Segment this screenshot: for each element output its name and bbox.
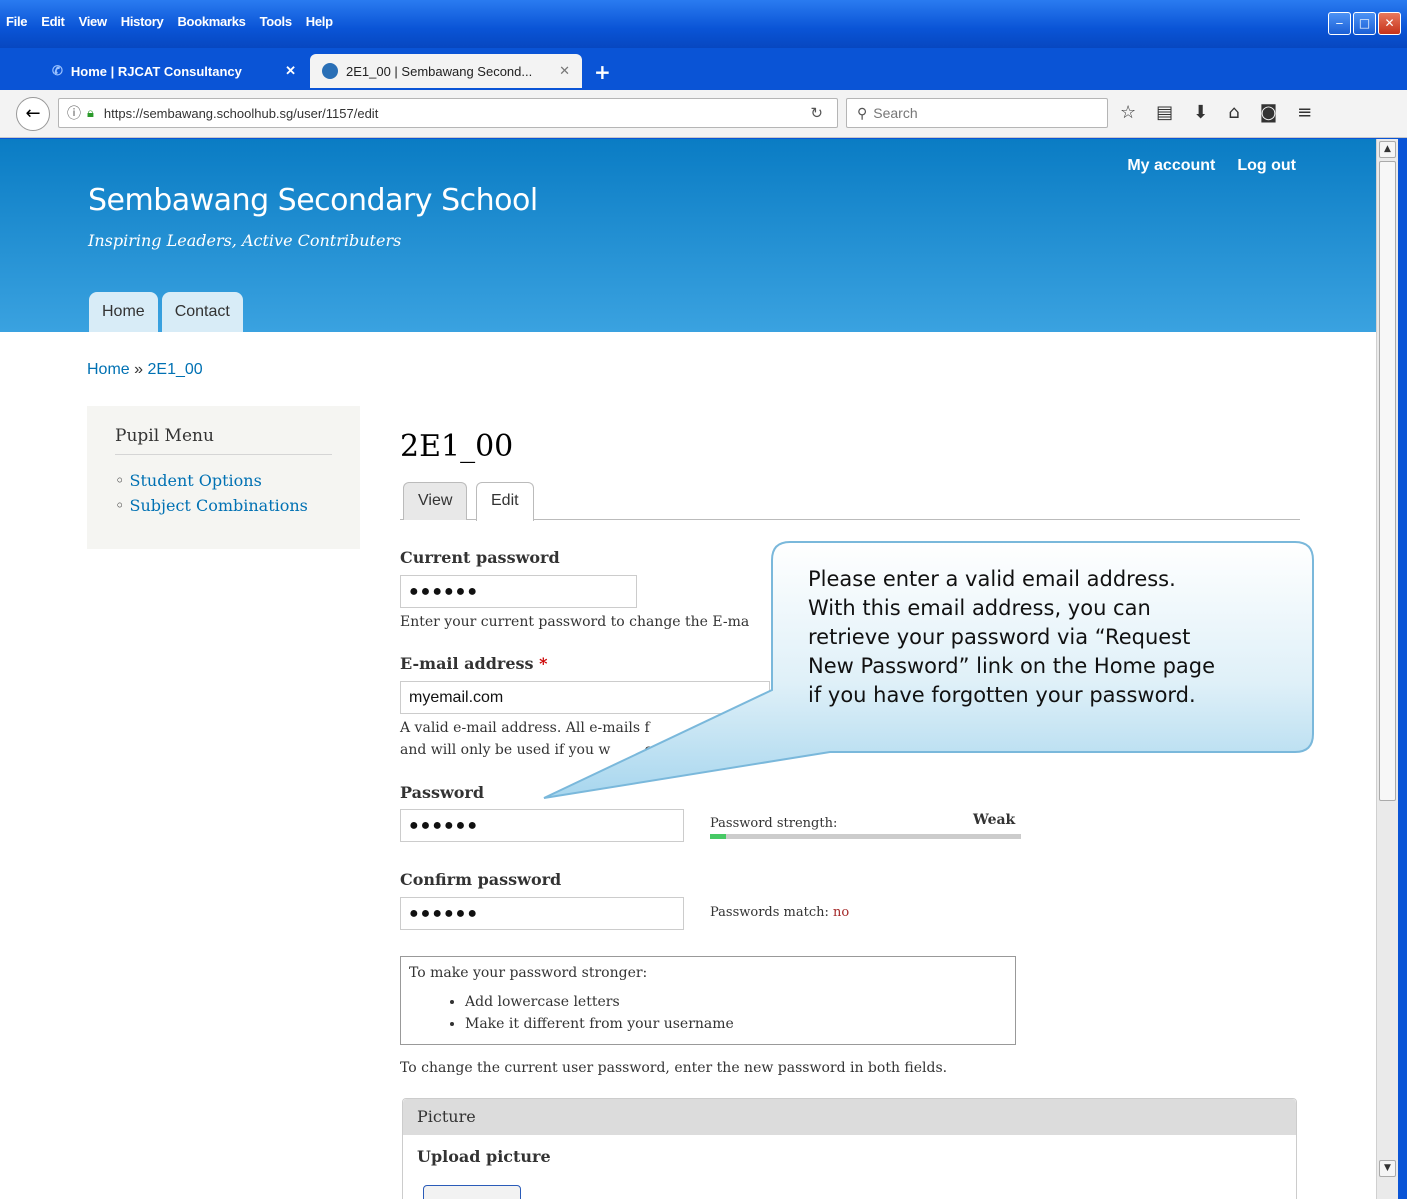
- menu-edit[interactable]: Edit: [41, 14, 65, 29]
- scroll-down-icon[interactable]: ▼: [1379, 1160, 1396, 1177]
- scroll-up-icon[interactable]: ▲: [1379, 141, 1396, 158]
- tab-strip: ✆ Home | RJCAT Consultancy ✕ 2E1_00 | Se…: [0, 48, 1407, 90]
- tab-favicon-icon: ✆: [52, 63, 63, 78]
- menu-file[interactable]: File: [6, 14, 28, 29]
- tab-edit[interactable]: Edit: [476, 482, 534, 521]
- confirm-password-field[interactable]: ●●●●●●: [400, 897, 684, 930]
- tab-sembawang[interactable]: 2E1_00 | Sembawang Second... ✕: [310, 54, 582, 88]
- site-name[interactable]: Sembawang Secondary School: [88, 183, 538, 218]
- tab-view[interactable]: View: [403, 482, 468, 520]
- callout-text: Please enter a valid email address. With…: [808, 567, 1216, 707]
- password-strength-label: Password strength:: [710, 816, 838, 831]
- home-icon[interactable]: ⌂: [1228, 102, 1239, 123]
- choose-file-button[interactable]: [423, 1185, 521, 1199]
- current-password-description: Enter your current password to change th…: [400, 614, 750, 630]
- main-menu-home[interactable]: Home: [89, 292, 158, 332]
- passwords-match-indicator: Passwords match: no: [710, 905, 850, 920]
- search-input[interactable]: ⚲ Search: [846, 98, 1108, 128]
- tab-rjcat[interactable]: ✆ Home | RJCAT Consultancy ✕: [40, 54, 308, 88]
- secondary-menu: My account Log out: [1127, 157, 1296, 175]
- menu-history[interactable]: History: [121, 14, 164, 29]
- breadcrumb: Home » 2E1_00: [87, 361, 203, 379]
- search-placeholder: Search: [873, 105, 918, 121]
- close-window-button[interactable]: ✕: [1378, 12, 1401, 35]
- password-strength-bar: [710, 834, 1021, 839]
- password-suggestions: To make your password stronger: Add lowe…: [400, 956, 1016, 1045]
- suggestions-title: To make your password stronger:: [409, 965, 648, 981]
- password-change-hint: To change the current user password, ent…: [400, 1060, 948, 1076]
- pocket-icon[interactable]: ◙: [1260, 102, 1277, 123]
- window-border: [1398, 139, 1407, 1199]
- breadcrumb-separator: »: [134, 361, 144, 378]
- scrollbar-thumb[interactable]: [1379, 161, 1396, 801]
- local-tasks: View Edit: [400, 482, 1300, 521]
- info-icon[interactable]: ⓘ: [67, 103, 81, 123]
- tab-title: Home | RJCAT Consultancy: [70, 63, 242, 79]
- suggestion-item: Make it different from your username: [465, 1013, 1007, 1035]
- sidebar-title: Pupil Menu: [115, 426, 332, 455]
- passwords-match-value: no: [833, 905, 850, 920]
- picture-legend[interactable]: Picture: [403, 1099, 1296, 1135]
- email-label: E-mail address *: [400, 654, 548, 673]
- minimize-button[interactable]: ‒: [1328, 12, 1351, 35]
- main-content: 2E1_00 View Edit Current password ●●●●●●…: [400, 429, 1300, 1199]
- plus-icon[interactable]: +: [594, 60, 611, 84]
- my-account-link[interactable]: My account: [1127, 157, 1215, 175]
- password-strength-fill: [710, 834, 726, 839]
- close-tab-icon[interactable]: ✕: [559, 63, 570, 79]
- password-label: Password: [400, 783, 485, 802]
- back-arrow-icon[interactable]: ←: [16, 97, 50, 131]
- bookmark-star-icon[interactable]: ☆: [1120, 102, 1136, 123]
- tab-title: 2E1_00 | Sembawang Second...: [346, 63, 533, 79]
- pupil-menu-block: Pupil Menu Student Options Subject Combi…: [87, 406, 360, 549]
- confirm-password-label: Confirm password: [400, 870, 562, 889]
- site-slogan: Inspiring Leaders, Active Contributers: [88, 231, 402, 250]
- password-field[interactable]: ●●●●●●: [400, 809, 684, 842]
- menu-tools[interactable]: Tools: [260, 14, 293, 29]
- breadcrumb-home-link[interactable]: Home: [87, 361, 130, 378]
- reload-icon[interactable]: ↻: [810, 104, 823, 122]
- sidebar-item-subject-combinations[interactable]: Subject Combinations: [115, 496, 332, 515]
- page-title: 2E1_00: [400, 429, 514, 464]
- suggestion-item: Add lowercase letters: [465, 991, 1007, 1013]
- hamburger-menu-icon[interactable]: ≡: [1297, 102, 1312, 123]
- vertical-scrollbar[interactable]: ▲ ▼: [1376, 139, 1398, 1199]
- reading-list-icon[interactable]: ▤: [1156, 102, 1173, 123]
- lock-icon: 🔒︎: [87, 105, 94, 120]
- download-arrow-icon[interactable]: ⬇: [1193, 102, 1208, 123]
- menu-help[interactable]: Help: [306, 14, 333, 29]
- navigation-bar: ← ⓘ 🔒︎ https://sembawang.schoolhub.sg/us…: [0, 90, 1407, 138]
- password-strength-value: Weak: [973, 812, 1016, 828]
- email-field[interactable]: myemail.com: [400, 681, 770, 714]
- required-marker: *: [539, 654, 548, 673]
- menu-bar: File Edit View History Bookmarks Tools H…: [0, 0, 1407, 48]
- maximize-button[interactable]: □: [1353, 12, 1376, 35]
- sidebar-item-student-options[interactable]: Student Options: [115, 471, 332, 490]
- menu-bookmarks[interactable]: Bookmarks: [177, 14, 245, 29]
- email-description: A valid e-mail address. All e-mails f an…: [400, 720, 750, 758]
- picture-fieldset: Picture Upload picture: [402, 1098, 1297, 1199]
- url-bar[interactable]: ⓘ 🔒︎ https://sembawang.schoolhub.sg/user…: [58, 98, 838, 128]
- main-menu-contact[interactable]: Contact: [161, 292, 243, 332]
- main-menu: Home Contact: [89, 292, 243, 332]
- breadcrumb-current-link[interactable]: 2E1_00: [148, 361, 203, 378]
- menu-view[interactable]: View: [79, 14, 108, 29]
- current-password-field[interactable]: ●●●●●●: [400, 575, 637, 608]
- url-text: https://sembawang.schoolhub.sg/user/1157…: [103, 105, 379, 121]
- drupal-favicon-icon: [322, 63, 338, 79]
- close-tab-icon[interactable]: ✕: [285, 63, 296, 79]
- site-header: Sembawang Secondary School Inspiring Lea…: [0, 139, 1376, 332]
- search-icon: ⚲: [857, 104, 868, 121]
- current-password-label: Current password: [400, 548, 560, 567]
- upload-picture-label: Upload picture: [417, 1147, 551, 1166]
- log-out-link[interactable]: Log out: [1237, 157, 1296, 175]
